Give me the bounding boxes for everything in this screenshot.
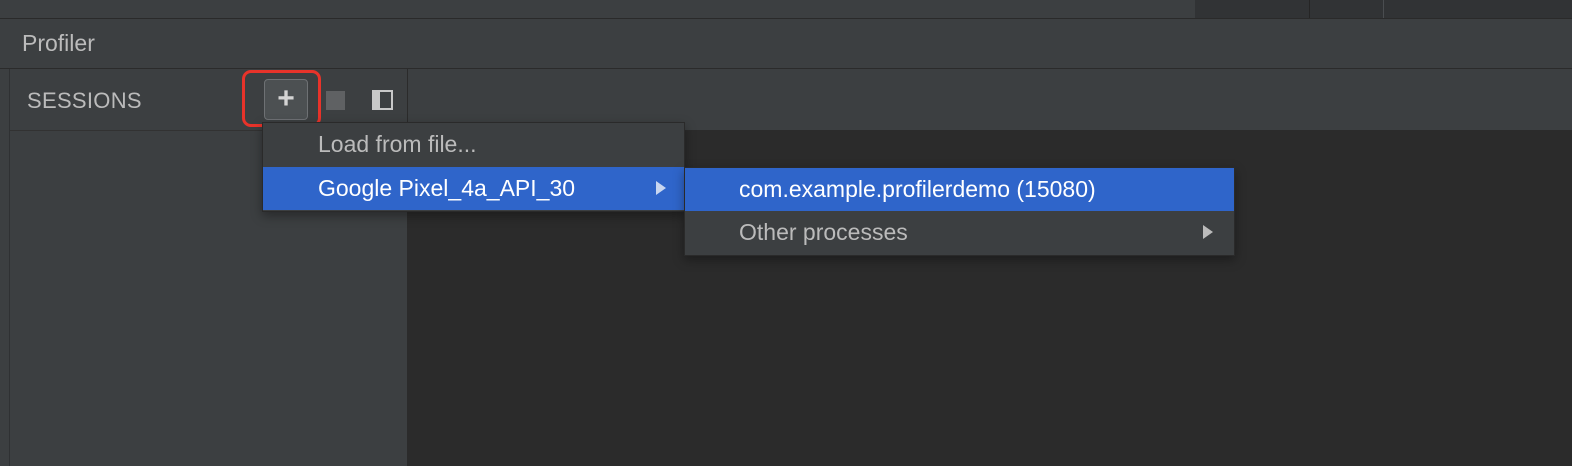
toggle-sessions-panel-button[interactable] (372, 90, 393, 110)
menu-item-load-from-file[interactable]: Load from file... (263, 123, 684, 166)
device-process-submenu: com.example.profilerdemo (15080) Other p… (684, 167, 1235, 256)
menu-item-label: Google Pixel_4a_API_30 (318, 175, 576, 201)
stop-session-button[interactable] (326, 91, 345, 110)
add-session-button[interactable]: + (264, 79, 308, 120)
window-title: Profiler (22, 30, 95, 56)
top-strip-separator (1383, 0, 1384, 18)
menu-item-label: Load from file... (318, 131, 477, 157)
menu-item-device[interactable]: Google Pixel_4a_API_30 (263, 167, 684, 210)
sessions-label: SESSIONS (27, 88, 142, 113)
submenu-arrow-icon (1203, 225, 1213, 239)
submenu-arrow-icon (656, 181, 666, 195)
submenu-item-process[interactable]: com.example.profilerdemo (15080) (685, 168, 1234, 211)
add-session-menu: Load from file... Google Pixel_4a_API_30 (262, 122, 685, 212)
top-toolbar-strip (0, 0, 1572, 19)
top-strip-separator (1309, 0, 1310, 18)
menu-item-label: Other processes (739, 219, 908, 245)
plus-icon: + (277, 82, 295, 115)
left-tool-strip (0, 69, 10, 466)
profiler-title-bar: Profiler (0, 19, 1572, 69)
submenu-item-other-processes[interactable]: Other processes (685, 211, 1234, 254)
menu-item-label: com.example.profilerdemo (15080) (739, 176, 1096, 202)
